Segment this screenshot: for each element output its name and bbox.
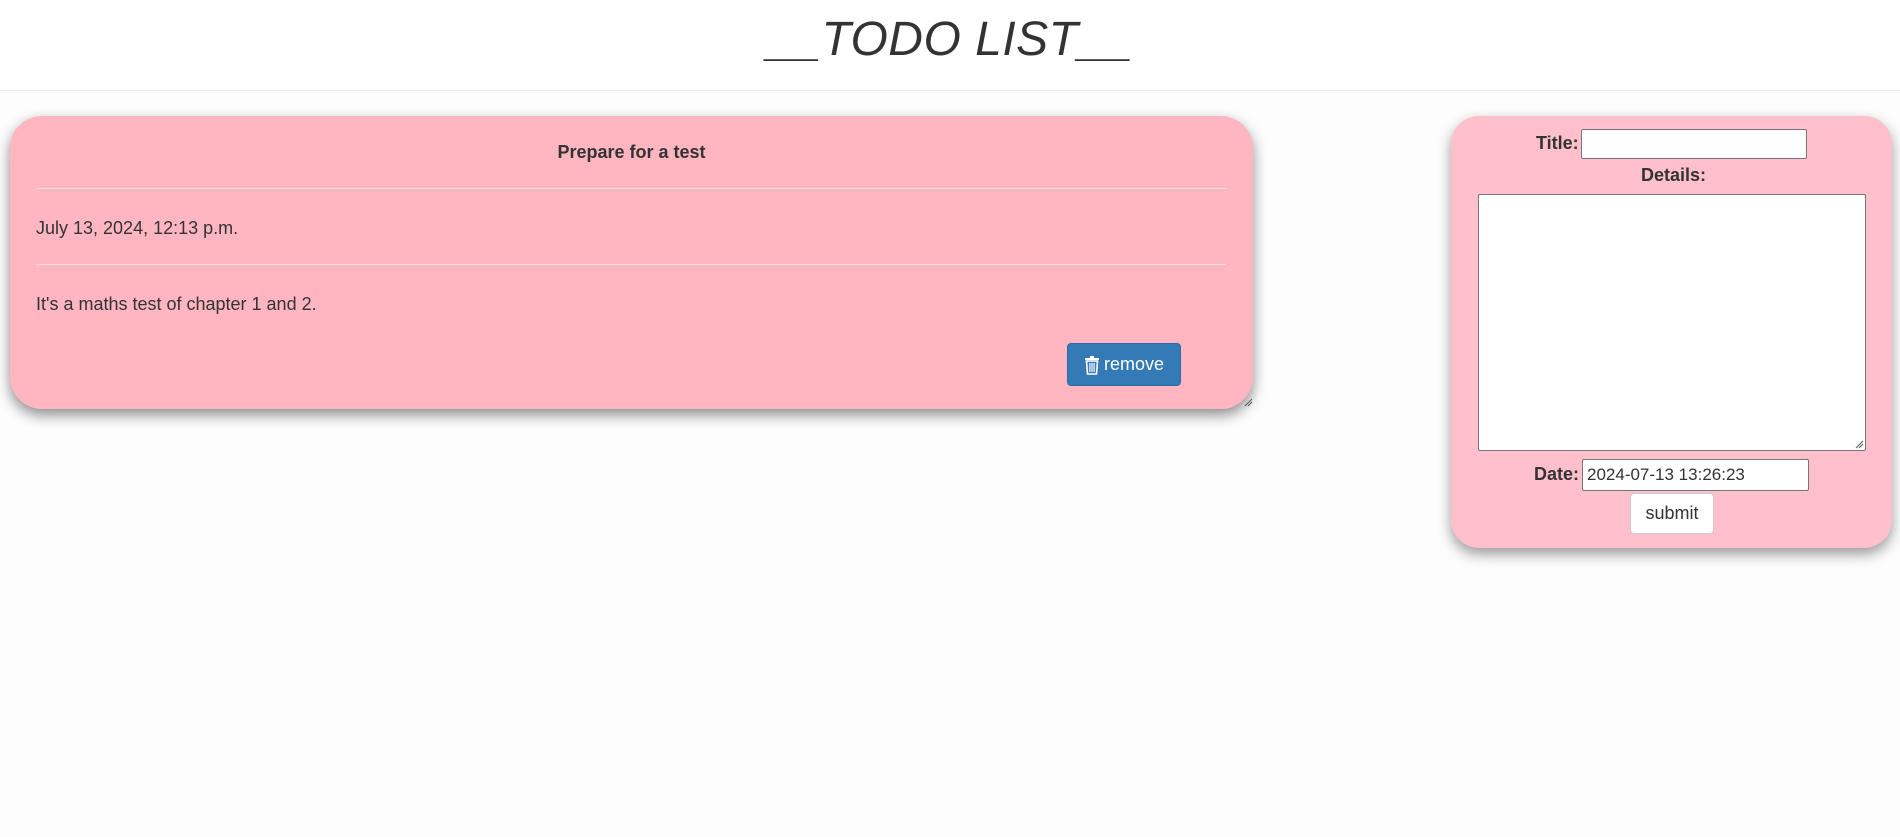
todo-card: Prepare for a test July 13, 2024, 12:13 … (10, 116, 1253, 409)
page-title: __TODO LIST__ (767, 13, 1133, 66)
todo-title: Prepare for a test (557, 142, 706, 162)
remove-button-label: remove (1103, 354, 1165, 374)
todo-divider (36, 264, 1226, 265)
details-label: Details: (1641, 165, 1707, 185)
resize-grip-icon[interactable] (1243, 397, 1253, 407)
date-input[interactable] (1582, 459, 1809, 491)
title-label: Title: (1536, 133, 1579, 153)
remove-button[interactable]: remove (1067, 343, 1181, 386)
title-input[interactable] (1581, 129, 1807, 159)
add-todo-form: Title: Details: Date: submit (1451, 116, 1892, 548)
todo-divider (36, 188, 1226, 189)
details-textarea[interactable] (1478, 194, 1866, 451)
todo-date: July 13, 2024, 12:13 p.m. (36, 218, 239, 238)
submit-button[interactable]: submit (1630, 493, 1714, 534)
textarea-resize-icon[interactable] (1855, 440, 1864, 449)
trash-icon (1084, 355, 1100, 375)
page-header: __TODO LIST__ (0, 0, 1900, 91)
date-label: Date: (1534, 464, 1580, 484)
todo-details: It's a maths test of chapter 1 and 2. (36, 294, 317, 314)
